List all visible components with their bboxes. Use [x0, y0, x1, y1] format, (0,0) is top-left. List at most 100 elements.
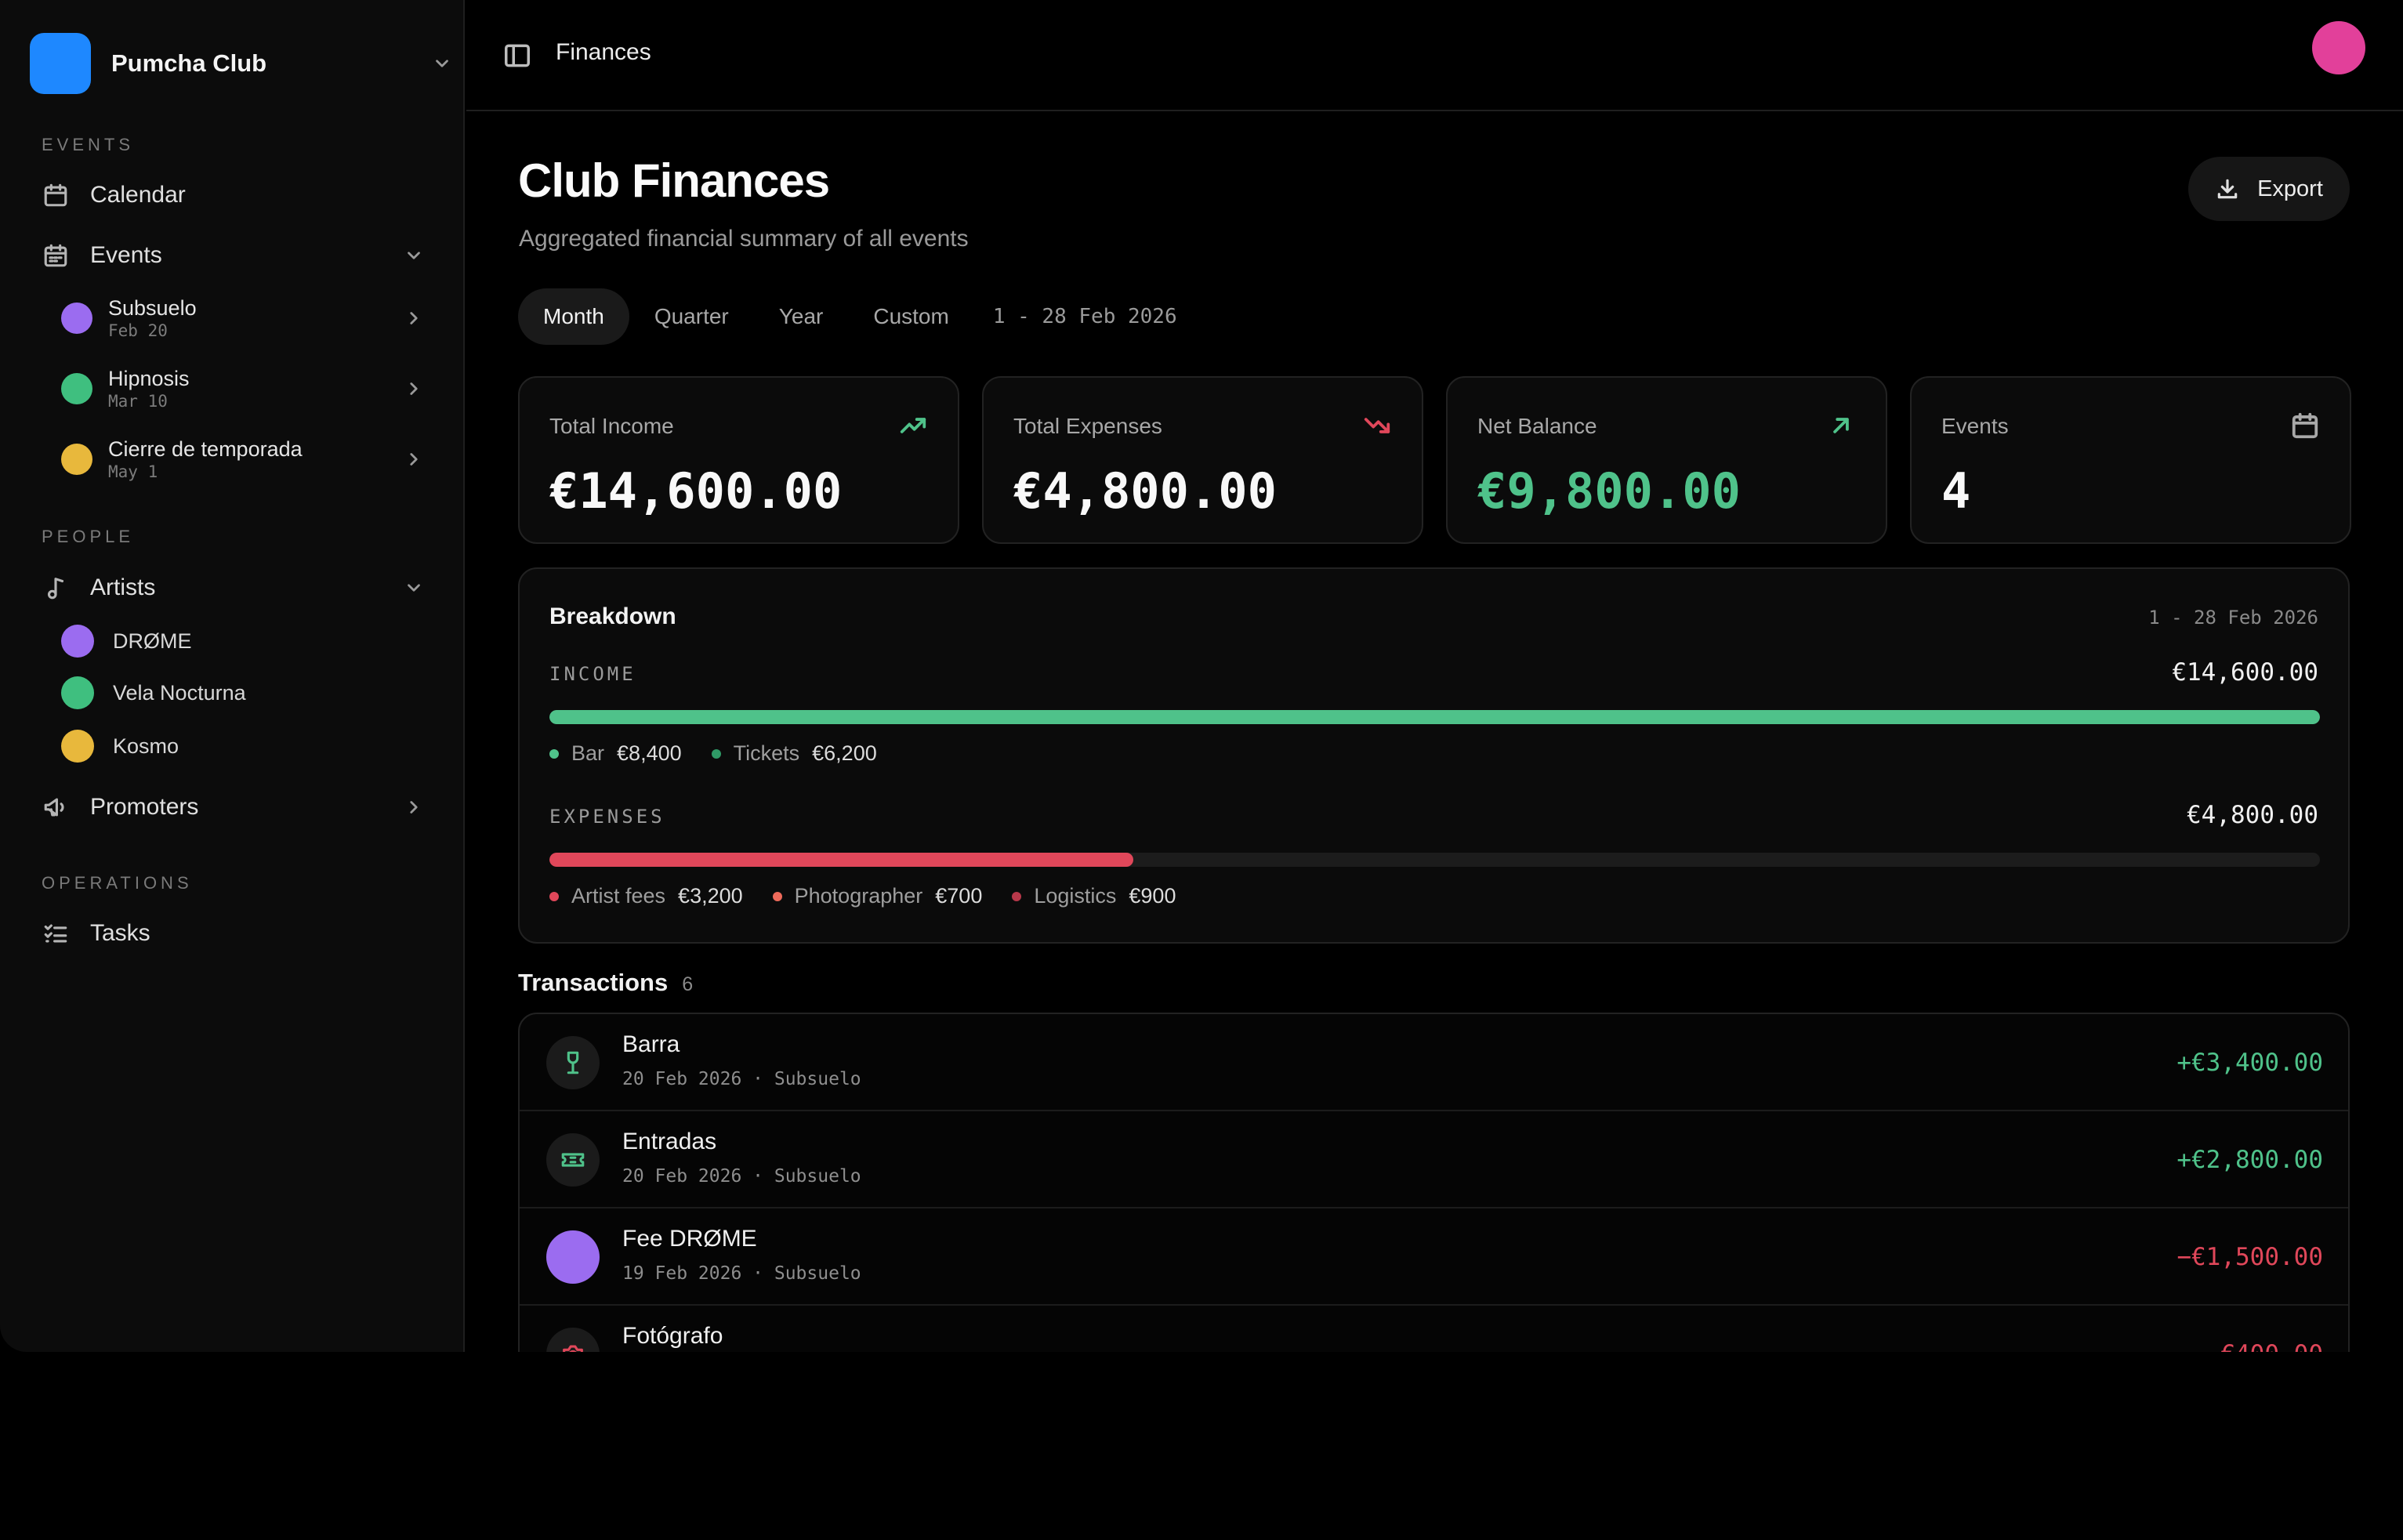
sidebar-toggle-icon[interactable]	[502, 41, 532, 71]
sidebar-artist-kosmo[interactable]: Kosmo	[61, 730, 425, 763]
card-total-income: Total Income €14,600.00	[518, 376, 959, 544]
card-net-balance: Net Balance €9,800.00	[1446, 376, 1887, 544]
legend-dot	[549, 891, 559, 901]
app-window: Pumcha Club EVENTS Calendar Events Subsu…	[0, 0, 2403, 1352]
artist-avatar	[546, 1230, 600, 1284]
breakdown-title: Breakdown	[549, 603, 676, 629]
event-date: May 1	[108, 462, 158, 481]
tab-month[interactable]: Month	[518, 288, 629, 345]
event-color-dot	[61, 303, 92, 334]
legend-name: Artist fees	[571, 884, 666, 908]
event-date: Mar 10	[108, 392, 168, 411]
artist-name: Vela Nocturna	[113, 680, 246, 705]
sidebar-item-tasks[interactable]: Tasks	[41, 914, 425, 953]
sidebar-event-cierre[interactable]: Cierre de temporada May 1	[61, 433, 425, 486]
transaction-name: Entradas	[622, 1129, 717, 1154]
transaction-name: Fotógrafo	[622, 1323, 723, 1349]
legend-dot	[1012, 891, 1022, 901]
arrow-up-right-icon	[1826, 411, 1856, 440]
card-total-expenses: Total Expenses €4,800.00	[982, 376, 1423, 544]
income-label: INCOME	[549, 663, 636, 685]
trending-down-icon	[1362, 411, 1392, 440]
legend-value: €8,400	[617, 741, 682, 765]
sidebar-item-events[interactable]: Events	[41, 236, 425, 275]
legend-item: Bar €8,400	[549, 741, 682, 766]
artist-name: DRØME	[113, 629, 192, 653]
card-label: Net Balance	[1477, 414, 1597, 438]
sidebar-event-hipnosis[interactable]: Hipnosis Mar 10	[61, 362, 425, 415]
artist-avatar	[61, 625, 94, 658]
sidebar-artist-vela-nocturna[interactable]: Vela Nocturna	[61, 676, 425, 709]
income-bar-track	[549, 710, 2320, 724]
export-label: Export	[2257, 176, 2323, 201]
user-avatar[interactable]	[2312, 21, 2365, 74]
wine-glass-icon	[546, 1036, 600, 1089]
income-bar-fill	[549, 710, 2320, 724]
section-label-events: EVENTS	[42, 135, 135, 154]
sidebar-item-label: Events	[90, 242, 162, 268]
artist-name: Kosmo	[113, 734, 179, 758]
legend-value: €700	[935, 884, 983, 908]
legend-item: Artist fees €3,200	[549, 884, 743, 908]
calendar-icon	[41, 180, 71, 210]
transaction-amount: +€3,400.00	[2176, 1049, 2323, 1077]
card-events: Events 4	[1910, 376, 2351, 544]
chevron-right-icon	[403, 307, 425, 329]
expenses-legend: Artist fees €3,200 Photographer €700 Log…	[549, 884, 1205, 908]
card-label: Total Expenses	[1013, 414, 1162, 438]
trending-up-icon	[898, 411, 928, 440]
date-range: 1 - 28 Feb 2026	[992, 305, 1177, 328]
chevron-down-icon	[431, 53, 453, 74]
legend-name: Photographer	[794, 884, 923, 908]
table-row[interactable]: Fotógrafo −€400.00	[520, 1306, 2348, 1352]
transaction-meta: 20 Feb 2026 · Subsuelo	[622, 1069, 861, 1089]
checklist-icon	[41, 919, 71, 948]
sidebar-item-promoters[interactable]: Promoters	[41, 788, 425, 827]
topbar-title: Finances	[556, 39, 651, 65]
section-label-operations: OPERATIONS	[42, 873, 193, 893]
event-date: Feb 20	[108, 321, 168, 340]
club-logo	[30, 33, 91, 94]
sidebar-event-subsuelo[interactable]: Subsuelo Feb 20	[61, 292, 425, 345]
club-switcher[interactable]: Pumcha Club	[30, 33, 453, 94]
chevron-right-icon	[403, 378, 425, 400]
calendar-icon	[2290, 411, 2320, 440]
sidebar-artist-drome[interactable]: DRØME	[61, 625, 425, 658]
legend-name: Logistics	[1034, 884, 1117, 908]
expenses-bar-fill	[549, 853, 1134, 867]
legend-value: €900	[1129, 884, 1176, 908]
transactions-list: Barra 20 Feb 2026 · Subsuelo +€3,400.00 …	[518, 1013, 2350, 1352]
page-title: Club Finances	[518, 154, 830, 207]
export-button[interactable]: Export	[2188, 157, 2350, 221]
event-color-dot	[61, 373, 92, 404]
tab-year[interactable]: Year	[754, 288, 849, 345]
legend-name: Tickets	[733, 741, 800, 765]
tab-custom[interactable]: Custom	[848, 288, 973, 345]
table-row[interactable]: Entradas 20 Feb 2026 · Subsuelo +€2,800.…	[520, 1111, 2348, 1208]
ticket-icon	[546, 1133, 600, 1187]
legend-dot	[549, 748, 559, 759]
sidebar: Pumcha Club EVENTS Calendar Events Subsu…	[0, 0, 465, 1352]
event-name: Hipnosis	[108, 367, 190, 390]
transaction-amount: −€1,500.00	[2176, 1243, 2323, 1271]
table-row[interactable]: Barra 20 Feb 2026 · Subsuelo +€3,400.00	[520, 1014, 2348, 1111]
table-row[interactable]: Fee DRØME 19 Feb 2026 · Subsuelo −€1,500…	[520, 1208, 2348, 1306]
legend-value: €3,200	[678, 884, 743, 908]
legend-name: Bar	[571, 741, 605, 765]
transaction-meta: 19 Feb 2026 · Subsuelo	[622, 1263, 861, 1284]
tab-quarter[interactable]: Quarter	[629, 288, 754, 345]
event-name: Subsuelo	[108, 296, 197, 320]
artist-avatar	[61, 730, 94, 763]
event-name: Cierre de temporada	[108, 437, 303, 461]
sidebar-item-artists[interactable]: Artists	[41, 568, 425, 607]
transactions-title: Transactions	[518, 969, 669, 996]
transaction-amount: +€2,800.00	[2176, 1146, 2323, 1174]
legend-item: Photographer €700	[772, 884, 983, 908]
sidebar-item-calendar[interactable]: Calendar	[41, 176, 425, 215]
topbar: Finances	[466, 0, 2403, 111]
card-label: Events	[1941, 414, 2009, 438]
megaphone-icon	[41, 792, 71, 822]
sidebar-item-label: Artists	[90, 574, 156, 600]
expenses-label: EXPENSES	[549, 806, 665, 828]
breakdown-date-range: 1 - 28 Feb 2026	[2148, 607, 2318, 629]
